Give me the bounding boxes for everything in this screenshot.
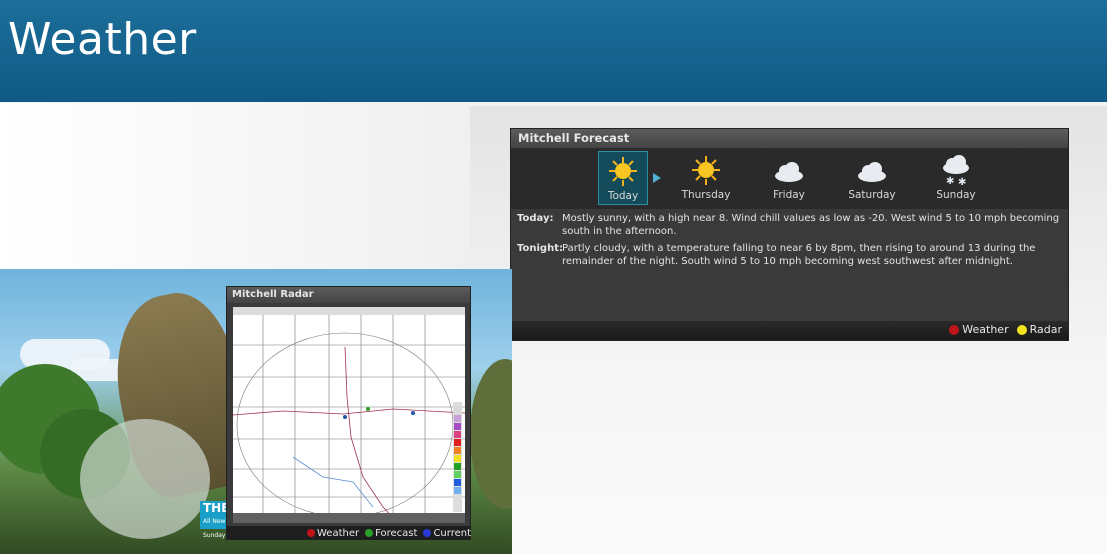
page-title: Weather xyxy=(8,14,197,65)
row-key: Today: xyxy=(517,213,554,224)
row-key: Tonight: xyxy=(517,243,563,254)
svg-text:✱: ✱ xyxy=(958,177,966,187)
green-button-icon xyxy=(365,529,374,537)
day-friday[interactable]: Friday xyxy=(764,151,814,205)
radar-map xyxy=(233,307,465,523)
forecast-panel: Mitchell Forecast Today Thursday Friday … xyxy=(510,128,1069,341)
day-thursday[interactable]: Thursday xyxy=(681,151,731,205)
cloud-icon xyxy=(847,154,897,187)
forecast-row-tonight: Tonight: Partly cloudy, with a temperatu… xyxy=(517,242,1062,268)
legend-weather[interactable]: Weather xyxy=(962,323,1008,336)
forecast-row-today: Today: Mostly sunny, with a high near 8.… xyxy=(517,212,1062,238)
day-saturday[interactable]: Saturday xyxy=(847,151,897,205)
row-text: Partly cloudy, with a temperature fallin… xyxy=(562,243,1036,267)
blue-button-icon xyxy=(423,529,432,537)
tree-shape xyxy=(470,359,512,509)
snow-cloud-icon: ✱ ✱ xyxy=(931,154,981,188)
sun-icon xyxy=(681,154,731,187)
radar-title: Mitchell Radar xyxy=(227,287,470,303)
day-label: Friday xyxy=(773,189,805,201)
svg-text:✱: ✱ xyxy=(946,176,954,187)
day-label: Sunday xyxy=(936,189,976,201)
forecast-title: Mitchell Forecast xyxy=(511,129,1068,148)
legend-current[interactable]: Current xyxy=(433,528,471,539)
red-button-icon xyxy=(307,529,315,537)
selection-arrow-icon xyxy=(653,173,661,183)
yellow-button-icon xyxy=(1016,324,1027,335)
day-today[interactable]: Today xyxy=(598,151,648,205)
cloud-icon xyxy=(764,154,814,187)
radar-legend: Weather Forecast Current xyxy=(226,526,471,540)
radar-panel: Mitchell Radar xyxy=(226,286,471,540)
forecast-days-bar: Today Thursday Friday Saturday ✱ ✱ Sunday xyxy=(511,148,1068,209)
background-panel-left xyxy=(0,103,470,269)
legend-radar[interactable]: Radar xyxy=(1030,323,1062,336)
red-button-icon xyxy=(949,324,960,335)
legend-forecast[interactable]: Forecast xyxy=(375,528,417,539)
day-sunday[interactable]: ✱ ✱ Sunday xyxy=(931,151,981,205)
day-label: Thursday xyxy=(681,189,731,201)
forecast-details: Today: Mostly sunny, with a high near 8.… xyxy=(517,212,1062,272)
sun-icon xyxy=(599,155,647,188)
forecast-footer: Weather Radar xyxy=(511,321,1068,340)
header-bar: Weather xyxy=(0,0,1107,102)
day-label: Saturday xyxy=(848,189,896,201)
row-text: Mostly sunny, with a high near 8. Wind c… xyxy=(562,213,1060,237)
forecast-legend: Weather Radar xyxy=(941,323,1062,336)
day-label: Today xyxy=(607,190,639,202)
splash-shape xyxy=(80,419,210,539)
legend-weather[interactable]: Weather xyxy=(317,528,359,539)
